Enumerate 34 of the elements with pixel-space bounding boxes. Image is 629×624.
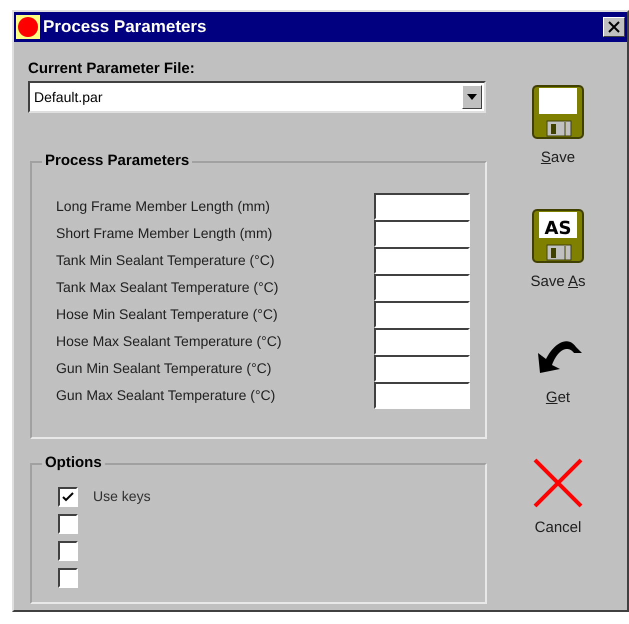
parameter-label: Hose Min Sealant Temperature (°C) <box>56 305 279 324</box>
parameter-input[interactable] <box>374 193 470 220</box>
window-title: Process Parameters <box>43 16 208 38</box>
close-icon <box>532 457 584 509</box>
group-title: Options <box>42 454 105 472</box>
parameter-input[interactable] <box>374 247 470 274</box>
field-label: Current Parameter File: <box>28 60 196 78</box>
parameter-label: Short Frame Member Length (mm) <box>56 224 274 243</box>
parameter-label: Hose Max Sealant Temperature (°C) <box>56 332 283 351</box>
parameter-input[interactable] <box>374 328 470 355</box>
toolbar-button[interactable]: Save <box>513 85 603 195</box>
toolbar-button[interactable]: Cancel <box>513 457 603 567</box>
checkmark-icon <box>62 492 74 502</box>
checkbox[interactable] <box>58 540 78 560</box>
parameter-label: Gun Max Sealant Temperature (°C) <box>56 386 276 405</box>
checkbox[interactable] <box>58 486 78 506</box>
parameter-input[interactable] <box>374 301 470 328</box>
parameter-input[interactable] <box>374 220 470 247</box>
toolbar-button[interactable]: Get <box>513 333 603 443</box>
parameter-label: Long Frame Member Length (mm) <box>56 197 271 216</box>
checkbox[interactable] <box>58 514 78 534</box>
parameter-label: Tank Min Sealant Temperature (°C) <box>56 251 276 270</box>
parameter-label: Tank Max Sealant Temperature (°C) <box>56 278 280 297</box>
toolbar-button[interactable]: AS Save As <box>513 209 603 319</box>
parameter-label: Gun Min Sealant Temperature (°C) <box>56 359 272 378</box>
close-icon <box>608 21 620 33</box>
parameter-input[interactable] <box>374 382 470 409</box>
checkbox-label: Use keys <box>93 487 151 506</box>
app-icon <box>16 15 40 39</box>
parameter-input[interactable] <box>374 274 470 301</box>
close-button[interactable] <box>603 17 625 37</box>
checkbox[interactable] <box>58 568 78 588</box>
file-dropdown[interactable]: Default.par <box>28 81 486 113</box>
parameter-input[interactable] <box>374 355 470 382</box>
